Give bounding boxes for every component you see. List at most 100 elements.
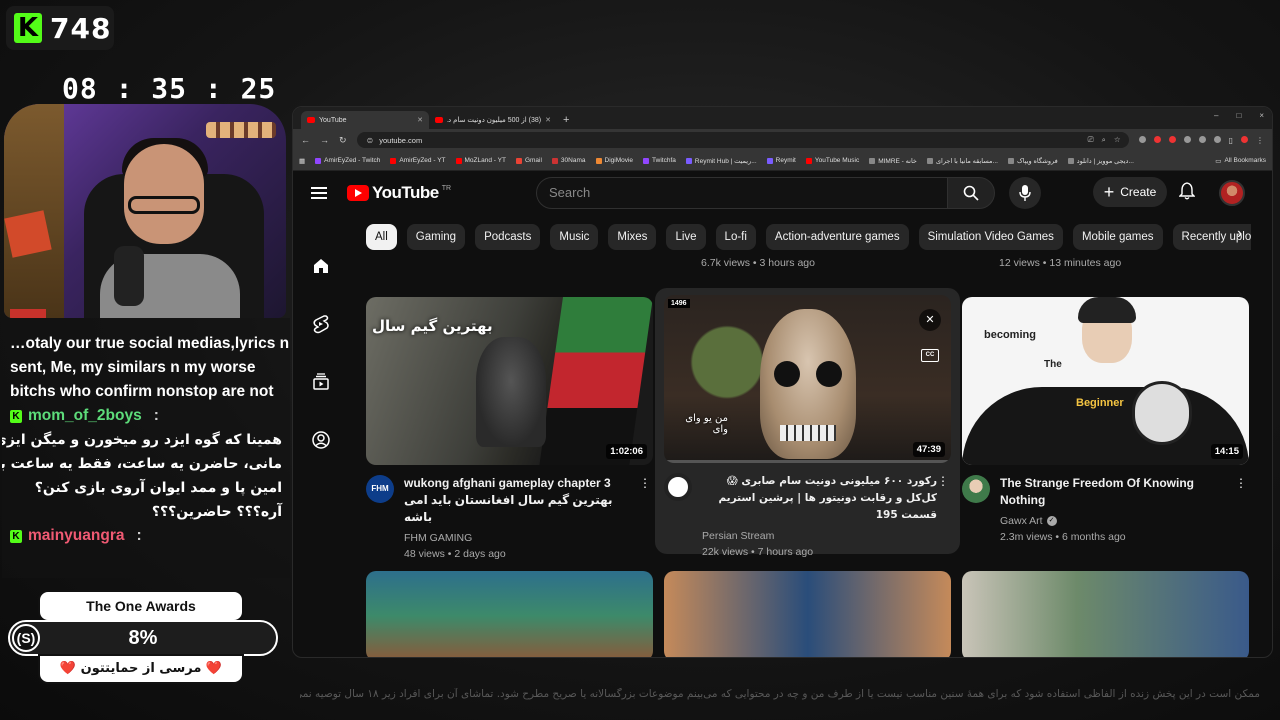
channel-name[interactable]: FHM GAMING — [404, 532, 653, 544]
extension-icon[interactable] — [1198, 135, 1206, 143]
more-options-icon[interactable]: ⋮ — [937, 475, 949, 487]
close-window-button[interactable]: × — [1259, 111, 1264, 120]
profile-icon[interactable] — [1241, 135, 1248, 143]
channel-avatar[interactable] — [664, 473, 692, 501]
maximize-button[interactable]: □ — [1236, 111, 1241, 120]
apps-icon[interactable]: ▦ — [299, 157, 305, 165]
chip-simulation[interactable]: Simulation Video Games — [918, 224, 1063, 250]
captions-icon[interactable]: CC — [921, 349, 939, 362]
video-thumbnail[interactable] — [366, 571, 653, 657]
menu-icon[interactable]: ⋮ — [1256, 136, 1264, 145]
more-options-icon[interactable]: ⋮ — [1235, 477, 1247, 489]
account-avatar[interactable] — [1219, 180, 1245, 206]
bookmark-item[interactable]: YouTube Music — [805, 157, 859, 164]
address-bar-row: ← → ↻ ⊜ youtube.com ⎚ ⌕ ☆ ▯ ⋮ — [293, 129, 1272, 151]
close-tab-icon[interactable]: ✕ — [545, 116, 551, 124]
all-bookmarks-button[interactable]: ▭ All Bookmarks — [1215, 157, 1266, 165]
sidebar-icon[interactable]: ▯ — [1229, 136, 1233, 145]
video-card[interactable]: بهترین گیم سال 1:02:06 FHM wukong afghan… — [366, 297, 653, 560]
bookmark-item[interactable]: دیجی موویز | دانلود... — [1067, 157, 1134, 165]
mute-icon[interactable]: ✕ — [919, 309, 941, 331]
extension-icon[interactable] — [1138, 135, 1146, 143]
subscriptions-icon[interactable] — [293, 353, 349, 411]
reload-icon[interactable]: ↻ — [339, 135, 347, 146]
video-thumbnail[interactable] — [664, 571, 951, 657]
extension-icon[interactable] — [1168, 135, 1176, 143]
channel-avatar[interactable] — [962, 475, 990, 503]
minimize-button[interactable]: – — [1214, 111, 1218, 120]
more-options-icon[interactable]: ⋮ — [639, 477, 651, 489]
filter-chips: All Gaming Podcasts Music Mixes Live Lo-… — [366, 224, 1251, 252]
video-thumbnail[interactable]: 1496 من یو وای وای ✕ CC 47:39 — [664, 295, 951, 463]
mini-guide — [293, 237, 349, 469]
video-thumbnail[interactable]: becoming The Beginner 14:15 — [962, 297, 1249, 465]
new-tab-button[interactable]: + — [557, 114, 575, 129]
notifications-bell-icon[interactable] — [1178, 182, 1196, 205]
tab-persian-stream[interactable]: (38) از 500 میلیون دونیت سام د... ✕ — [429, 111, 557, 129]
bookmark-item[interactable]: AmirEyZed - Twitch — [315, 157, 380, 164]
bookmark-item[interactable]: 30Nama — [551, 157, 586, 164]
channel-avatar[interactable]: FHM — [366, 475, 394, 503]
video-duration: 1:02:06 — [606, 444, 647, 459]
video-title[interactable]: The Strange Freedom Of Knowing Nothing — [1000, 475, 1249, 509]
bookmark-item[interactable]: Twitchfa — [643, 157, 676, 164]
install-icon[interactable]: ⎚ — [1088, 135, 1094, 145]
chip-gaming[interactable]: Gaming — [406, 224, 466, 250]
video-card[interactable]: 1496 من یو وای وای ✕ CC 47:39 رکورد ۶۰۰ … — [655, 288, 960, 558]
bookmark-item[interactable]: Gmail — [515, 157, 542, 164]
shorts-icon[interactable] — [293, 295, 349, 353]
chip-music[interactable]: Music — [550, 224, 599, 250]
video-thumbnail[interactable]: بهترین گیم سال 1:02:06 — [366, 297, 653, 465]
site-info-icon[interactable]: ⊜ — [367, 136, 374, 145]
bookmark-item[interactable]: DigiMovie — [595, 157, 633, 164]
chip-live[interactable]: Live — [666, 224, 706, 250]
extensions-puzzle-icon[interactable] — [1213, 135, 1221, 143]
extension-icon[interactable] — [1183, 135, 1191, 143]
chat-line: امین پا و ممد ایوان آروی بازی کنن؟ — [34, 480, 282, 496]
chevron-right-icon[interactable]: › — [1237, 225, 1242, 243]
chip-mixes[interactable]: Mixes — [608, 224, 657, 250]
video-duration: 47:39 — [912, 442, 945, 457]
hamburger-menu-icon[interactable] — [311, 187, 327, 199]
bookmark-item[interactable]: مسابقه مانیا با اجرای... — [926, 157, 998, 165]
url-field[interactable]: ⊜ youtube.com ⎚ ⌕ ☆ — [356, 132, 1129, 148]
channel-name[interactable]: Persian Stream — [702, 530, 951, 542]
tab-youtube[interactable]: YouTube ✕ — [301, 111, 429, 129]
video-thumbnail[interactable] — [962, 571, 1249, 657]
close-tab-icon[interactable]: ✕ — [417, 116, 423, 124]
channel-name[interactable]: Gawx Art ✓ — [1000, 515, 1249, 527]
chip-action-adventure[interactable]: Action-adventure games — [765, 224, 909, 250]
chat-line: همینا که گوه ایزد رو میخورن و میگن ایزی — [2, 432, 282, 448]
bookmark-item[interactable]: AmirEyZed - YT — [390, 157, 446, 164]
voice-search-button[interactable] — [1009, 177, 1041, 209]
video-title[interactable]: wukong afghani gameplay chapter 3 بهترین… — [404, 475, 653, 526]
bookmark-item[interactable]: Reymit — [766, 157, 796, 164]
create-button[interactable]: + Create — [1093, 177, 1167, 207]
chip-lofi[interactable]: Lo-fi — [715, 224, 756, 250]
thumbnail-text: Beginner — [1076, 397, 1124, 409]
search-button[interactable] — [947, 177, 995, 209]
you-account-icon[interactable] — [293, 411, 349, 469]
bookmark-item[interactable]: Reymit Hub | ریمیت... — [685, 157, 757, 165]
extension-icon[interactable] — [1153, 135, 1161, 143]
plus-icon: + — [1103, 182, 1115, 202]
award-title: The One Awards — [38, 590, 244, 622]
youtube-header: YouTube TR Search + Create — [293, 171, 1272, 215]
bookmark-item[interactable]: MoZLand - YT — [455, 157, 506, 164]
zoom-icon[interactable]: ⌕ — [1102, 135, 1106, 145]
search-input[interactable]: Search — [536, 177, 948, 209]
youtube-logo[interactable]: YouTube TR — [347, 183, 451, 203]
chat-username: K mom_of_2boys: — [10, 404, 282, 428]
video-title[interactable]: رکورد ۶۰۰ میلیونی دونیت سام صابری 😱 کل‌ک… — [702, 473, 951, 524]
chip-all[interactable]: All — [366, 224, 397, 250]
home-icon[interactable] — [293, 237, 349, 295]
viewer-count: 748 — [50, 11, 112, 45]
bookmark-item[interactable]: MIMRE - خانه — [869, 157, 917, 165]
video-card[interactable]: becoming The Beginner 14:15 The Strange … — [962, 297, 1249, 545]
bookmark-star-icon[interactable]: ☆ — [1114, 135, 1121, 145]
back-icon[interactable]: ← — [301, 135, 310, 145]
bookmark-item[interactable]: فروشگاه ویپاک — [1007, 157, 1058, 165]
chip-podcasts[interactable]: Podcasts — [475, 224, 541, 250]
forward-icon[interactable]: → — [320, 135, 329, 145]
chip-mobile-games[interactable]: Mobile games — [1072, 224, 1163, 250]
